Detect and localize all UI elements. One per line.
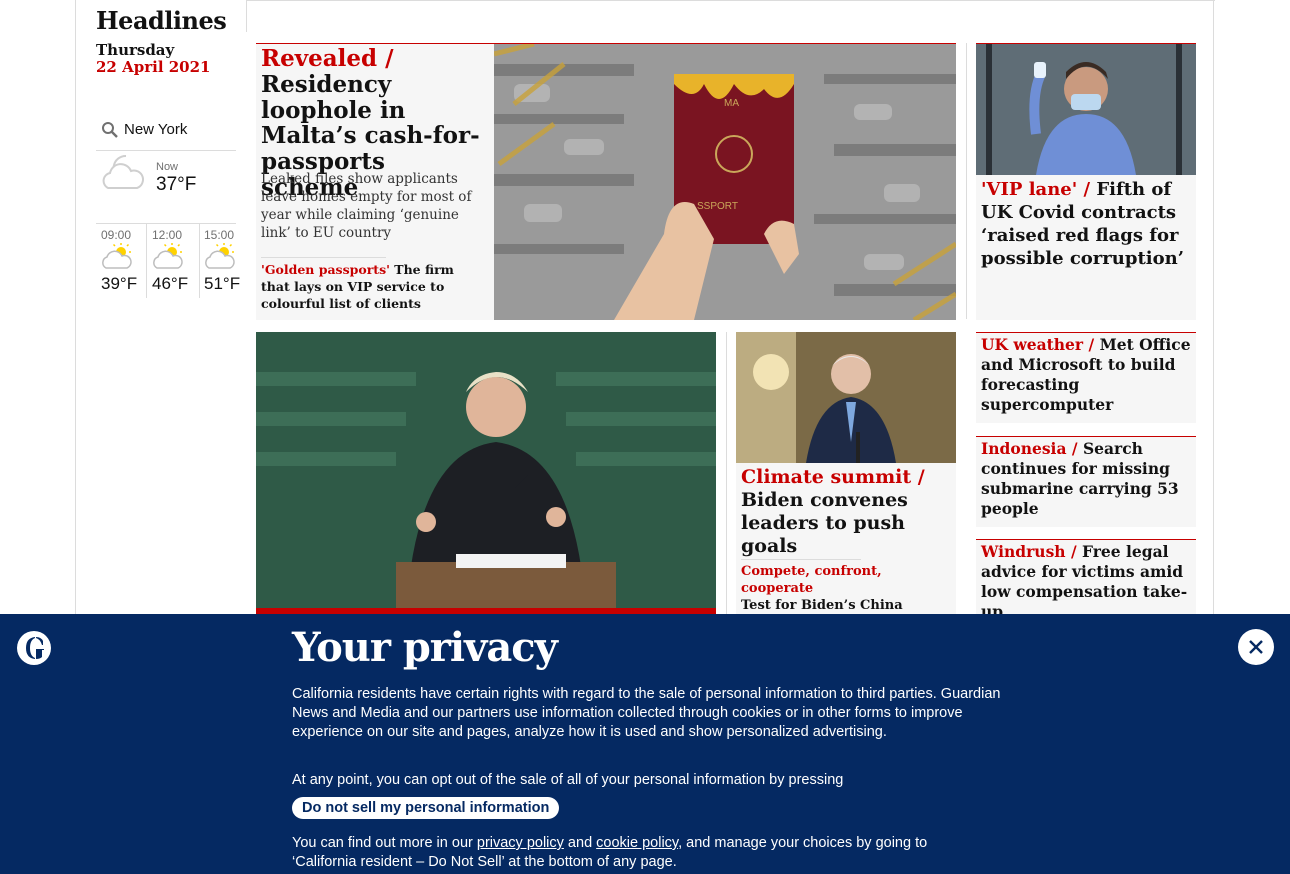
forecast-time: 09:00 — [101, 228, 132, 242]
biden-image — [736, 332, 956, 463]
passport-text-top: MA — [724, 98, 739, 109]
privacy-para: At any point, you can opt out of the sal… — [292, 772, 844, 788]
small-headline: Indonesia / Search continues for missing… — [981, 439, 1193, 519]
privacy-policy-link[interactable]: privacy policy — [477, 835, 564, 851]
divider — [96, 223, 236, 224]
divider — [246, 0, 247, 32]
biden-sub-kicker: Compete, confront, cooperate — [741, 564, 882, 596]
day-name: Thursday — [96, 41, 175, 59]
divider — [966, 43, 967, 319]
list-item[interactable]: Windrush / Free legal advice for victims… — [976, 539, 1196, 621]
divider — [146, 223, 147, 298]
privacy-title: Your privacy — [292, 624, 558, 671]
forecast-temp: 46°F — [152, 274, 189, 293]
biden-headline-text: Biden convenes leaders to push goals — [741, 489, 908, 557]
privacy-text: You can find out more in our — [292, 835, 477, 851]
main-sublink[interactable]: 'Golden passports' The firm that lays on… — [261, 261, 486, 312]
main-kicker: Revealed / — [261, 45, 394, 72]
side-story-card[interactable]: 'VIP lane' / Fifth of UK Covid contracts… — [976, 43, 1196, 320]
nurse-image — [976, 44, 1196, 175]
sun-cloud-icon — [204, 242, 244, 270]
divider — [199, 223, 200, 298]
now-label: Now — [156, 161, 179, 173]
list-item[interactable]: Indonesia / Search continues for missing… — [976, 436, 1196, 527]
privacy-text: and — [563, 835, 597, 851]
forecast-temp: 39°F — [101, 274, 138, 293]
sun-cloud-icon — [152, 242, 196, 270]
main-sub-kicker: 'Golden passports' — [261, 262, 390, 277]
now-temp: 37°F — [156, 174, 197, 195]
small-kicker: UK weather / — [981, 335, 1095, 354]
privacy-para: California residents have certain rights… — [292, 686, 1001, 740]
passport-text-bottom: SSPORT — [697, 201, 738, 212]
privacy-para: You can find out more in our privacy pol… — [292, 834, 972, 872]
small-kicker: Indonesia / — [981, 439, 1078, 458]
main-story-card[interactable]: Revealed / Residency loophole in Malta’s… — [256, 43, 956, 320]
search-icon — [101, 121, 119, 139]
weather-location[interactable]: New York — [96, 110, 236, 151]
side-kicker: 'VIP lane' / — [981, 179, 1091, 200]
divider — [741, 559, 861, 560]
biden-kicker: Climate summit / — [741, 466, 925, 488]
side-headline[interactable]: 'VIP lane' / Fifth of UK Covid contracts… — [981, 178, 1193, 270]
list-item[interactable]: UK weather / Met Office and Microsoft to… — [976, 332, 1196, 423]
small-kicker: Windrush / — [981, 542, 1077, 561]
divider — [247, 0, 1215, 1]
small-headline: UK weather / Met Office and Microsoft to… — [981, 335, 1193, 415]
do-not-sell-button[interactable]: Do not sell my personal information — [292, 797, 560, 819]
main-standfirst: Leaked files show applicants leave homes… — [261, 171, 472, 241]
divider — [726, 332, 727, 614]
close-icon[interactable] — [1238, 629, 1274, 665]
guardian-logo-icon[interactable] — [16, 630, 52, 666]
forecast-item: 09:00 39°F — [101, 228, 143, 294]
forecast-time: 12:00 — [152, 228, 183, 242]
biden-story-card[interactable]: Climate summit / Biden convenes leaders … — [736, 332, 956, 630]
forecast-item: 15:00 51°F — [204, 228, 244, 294]
sun-cloud-icon — [101, 242, 143, 270]
small-headline: Windrush / Free legal advice for victims… — [981, 542, 1193, 622]
biden-headline[interactable]: Climate summit / Biden convenes leaders … — [741, 466, 953, 558]
section-title: Headlines — [96, 6, 227, 35]
commons-image — [256, 332, 716, 614]
forecast-temp: 51°F — [204, 274, 241, 293]
location-name: New York — [124, 121, 188, 138]
date: 22 April 2021 — [96, 58, 211, 76]
cookie-policy-link[interactable]: cookie policy — [596, 835, 678, 851]
privacy-banner: Your privacy California residents have c… — [0, 614, 1290, 874]
forecast-time: 15:00 — [204, 228, 235, 242]
forecast-item: 12:00 46°F — [152, 228, 196, 294]
commons-story-card[interactable] — [256, 332, 716, 614]
cloud-icon — [96, 152, 150, 192]
passport-image[interactable]: MA SSPORT — [494, 44, 956, 320]
divider — [261, 257, 386, 258]
